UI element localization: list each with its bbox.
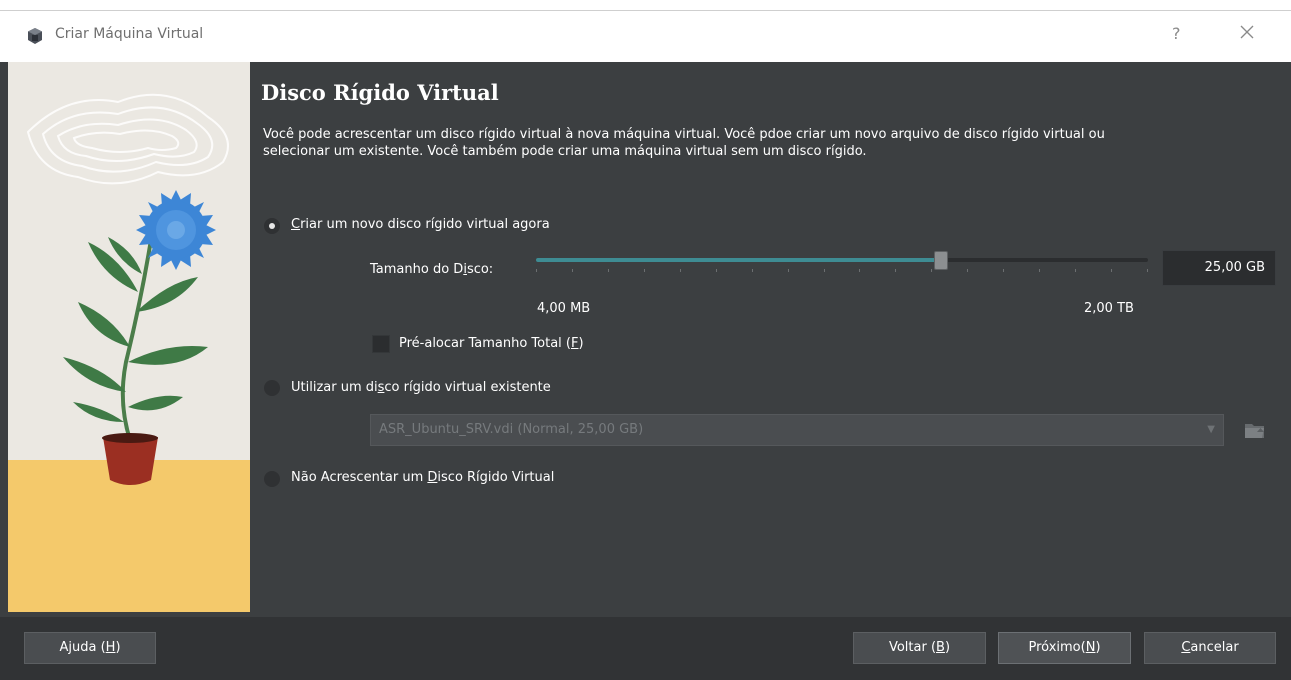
disk-size-input[interactable]: 25,00 GB [1162,250,1276,286]
wizard-illustration [8,62,250,612]
slider-min-label: 4,00 MB [537,301,591,316]
slider-tick [752,269,753,272]
virtualbox-icon [28,28,42,44]
cancel-button[interactable]: Cancelar [1144,632,1276,664]
slider-fill [536,258,940,262]
prealloc-checkbox[interactable] [372,335,390,353]
chevron-down-icon: ▼ [1207,424,1215,435]
slider-handle[interactable] [933,251,948,270]
existing-disk-value: ASR_Ubuntu_SRV.vdi (Normal, 25,00 GB) [379,422,644,437]
slider-tick [572,269,573,272]
flower-pot-illustration [26,93,229,485]
radio-no-disk[interactable] [264,471,280,487]
slider-tick [536,269,537,272]
help-title-button[interactable]: ? [1172,24,1181,43]
slider-tick [1003,269,1004,272]
slider-tick [895,269,896,272]
slider-max-label: 2,00 TB [1084,301,1134,316]
radio-use-existing-disk[interactable] [264,380,280,396]
label-create-new-disk[interactable]: Criar um novo disco rígido virtual agora [291,217,550,232]
slider-tick [608,269,609,272]
folder-icon[interactable] [1240,416,1270,446]
slider-tick [1075,269,1076,272]
label-no-disk[interactable]: Não Acrescentar um Disco Rígido Virtual [291,470,554,485]
disk-size-slider[interactable] [536,251,1148,272]
page-title: Disco Rígido Virtual [261,80,499,105]
radio-create-new-disk[interactable] [264,218,280,234]
label-disk-size: Tamanho do Disco: [370,262,494,277]
slider-tick [824,269,825,272]
slider-tick [716,269,717,272]
top-border [0,10,1291,11]
existing-disk-combobox[interactable]: ASR_Ubuntu_SRV.vdi (Normal, 25,00 GB) ▼ [370,414,1224,446]
slider-tick [788,269,789,272]
help-button[interactable]: Ajuda (H) [24,632,156,664]
slider-tick [1111,269,1112,272]
slider-tick [1147,269,1148,272]
slider-tick [680,269,681,272]
slider-tick [931,269,932,272]
window-title: Criar Máquina Virtual [55,26,204,42]
slider-tick [644,269,645,272]
slider-tick [859,269,860,272]
next-button[interactable]: Próximo(N) [998,632,1131,664]
page-description: Você pode acrescentar um disco rígido vi… [263,127,1105,159]
label-prealloc[interactable]: Pré-alocar Tamanho Total (F) [399,336,584,351]
title-bar: Criar Máquina Virtual ? [0,0,1291,62]
label-use-existing-disk[interactable]: Utilizar um disco rígido virtual existen… [291,380,551,395]
close-icon[interactable] [1236,21,1258,43]
back-button[interactable]: Voltar (B) [853,632,986,664]
slider-tick [967,269,968,272]
slider-tick [1039,269,1040,272]
